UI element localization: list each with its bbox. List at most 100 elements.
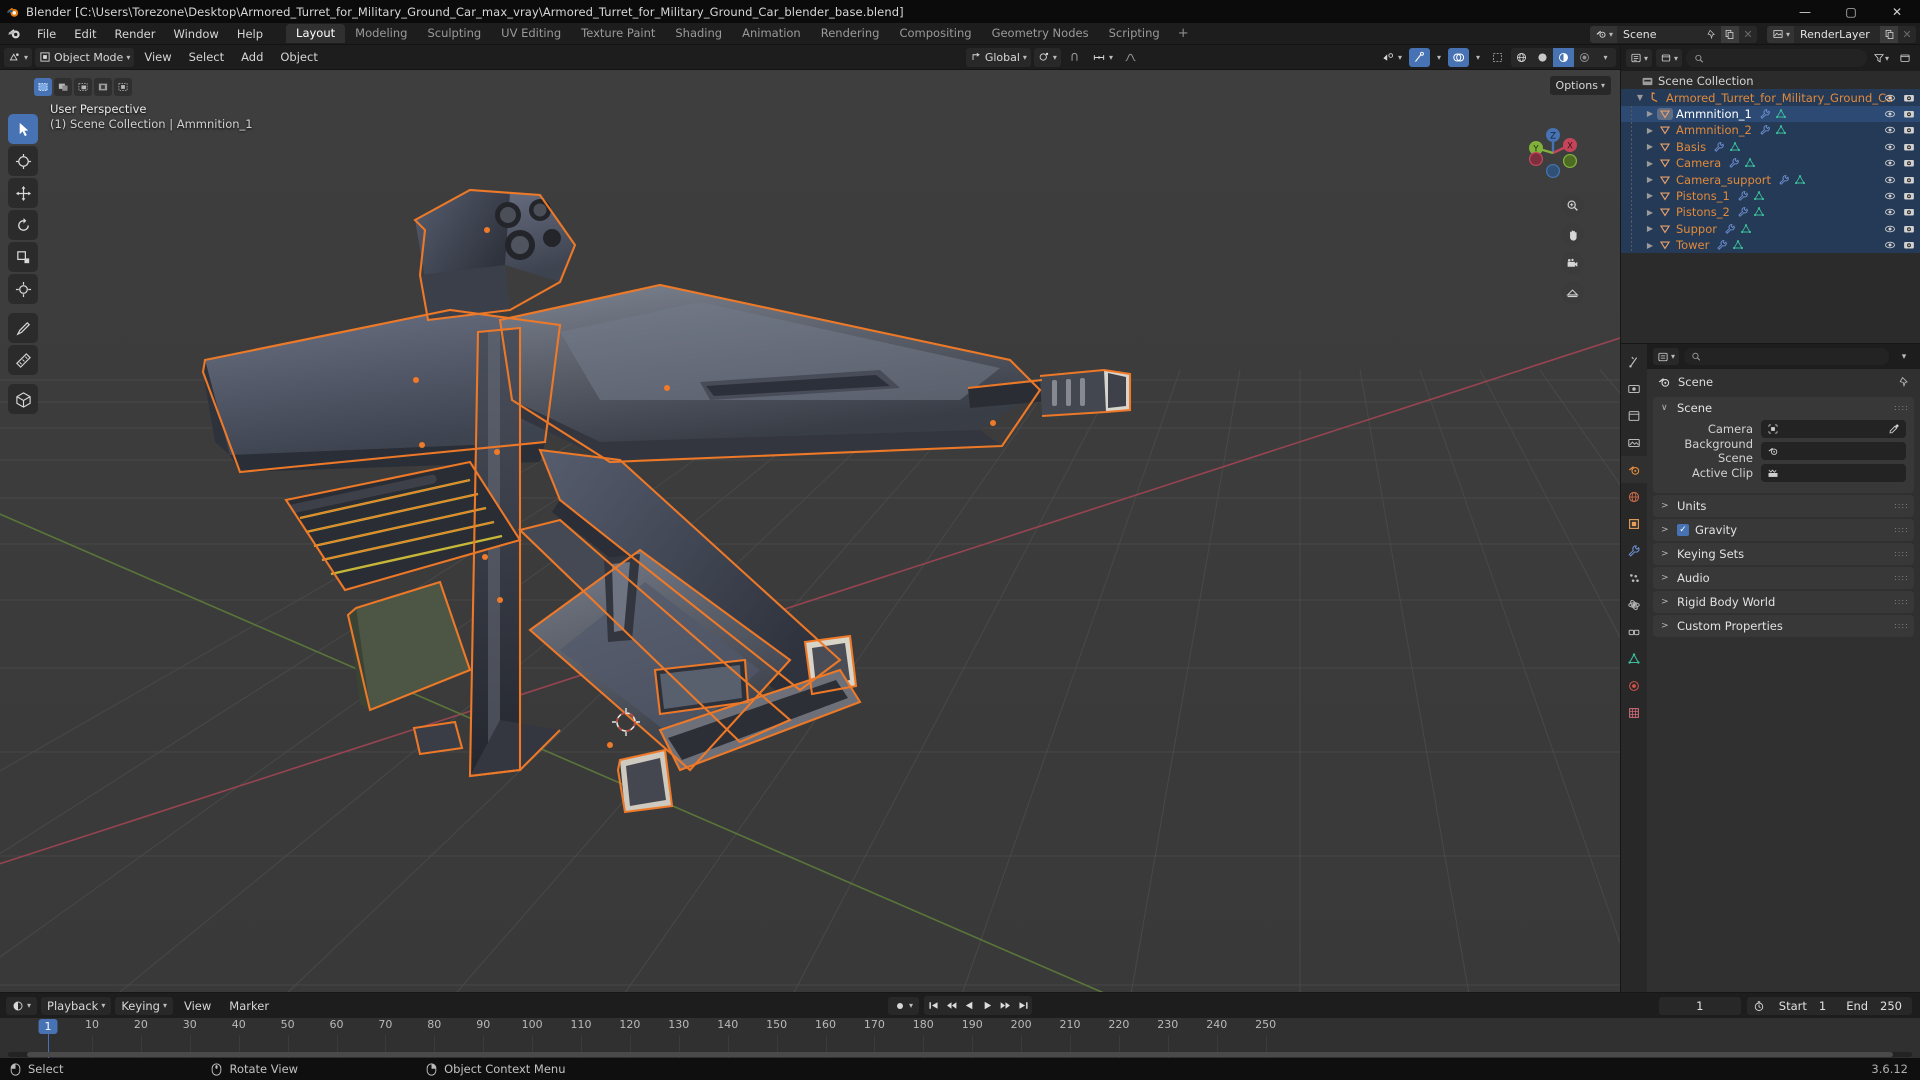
- viewport-menu-add[interactable]: Add: [234, 48, 270, 67]
- object-hide-eye-icon[interactable]: [1884, 124, 1896, 136]
- modifier-wrench-icon[interactable]: [1759, 124, 1771, 136]
- object-expand-triangle[interactable]: ▶: [1643, 109, 1657, 118]
- object-hide-eye-icon[interactable]: [1884, 223, 1896, 235]
- keying-menu[interactable]: Keying ▾: [115, 996, 173, 1015]
- modifier-wrench-icon[interactable]: [1716, 239, 1728, 251]
- object-expand-triangle[interactable]: ▶: [1643, 241, 1657, 250]
- panel-custom-properties-header[interactable]: > Custom Properties ::::: [1653, 615, 1914, 637]
- mesh-data-icon[interactable]: [1753, 206, 1765, 218]
- menu-help[interactable]: Help: [228, 23, 272, 45]
- shading-mode-group[interactable]: ▾: [1511, 47, 1616, 67]
- next-keyframe-icon[interactable]: [996, 996, 1014, 1015]
- outliner-row-object[interactable]: ▶ Camera_support: [1621, 171, 1920, 188]
- select-invert-icon[interactable]: [94, 78, 112, 96]
- tab-particle-properties[interactable]: [1621, 564, 1647, 591]
- tab-view-layer-properties[interactable]: [1621, 429, 1647, 456]
- object-hide-eye-icon[interactable]: [1884, 239, 1896, 251]
- panel-gravity-header[interactable]: > ✓ Gravity ::::: [1653, 519, 1914, 541]
- snap-options-icon[interactable]: ▾: [1088, 48, 1117, 67]
- object-expand-triangle[interactable]: ▶: [1643, 126, 1657, 135]
- eyedropper-icon[interactable]: [1888, 423, 1900, 435]
- tab-texture-paint[interactable]: Texture Paint: [571, 24, 665, 43]
- properties-search-field[interactable]: [1706, 350, 1882, 363]
- outliner-row-object[interactable]: ▶ Suppor: [1621, 220, 1920, 237]
- panel-audio-header[interactable]: > Audio ::::: [1653, 567, 1914, 589]
- tab-render-properties[interactable]: [1621, 375, 1647, 402]
- tool-annotate[interactable]: [8, 313, 38, 343]
- object-hide-eye-icon[interactable]: [1884, 206, 1896, 218]
- outliner-editor-type[interactable]: ▾: [1626, 49, 1653, 67]
- show-gizmo-icon[interactable]: [1408, 47, 1430, 67]
- collection-render-camera-icon[interactable]: [1903, 92, 1915, 104]
- object-hide-eye-icon[interactable]: [1884, 157, 1896, 169]
- scene-browse-icon[interactable]: ▾: [1589, 25, 1617, 43]
- object-render-camera-icon[interactable]: [1903, 141, 1915, 153]
- tab-modeling[interactable]: Modeling: [345, 24, 417, 43]
- xray-toggle-icon[interactable]: [1487, 48, 1508, 67]
- background-scene-field[interactable]: [1761, 442, 1906, 460]
- minimize-button[interactable]: —: [1782, 0, 1828, 23]
- active-clip-field[interactable]: [1761, 464, 1906, 482]
- snap-toggle-icon[interactable]: [1064, 48, 1085, 67]
- outliner-row-object[interactable]: ▶ Pistons_2: [1621, 204, 1920, 221]
- viewport-menu-object[interactable]: Object: [273, 48, 324, 67]
- outliner-row-object[interactable]: ▶ Basis: [1621, 138, 1920, 155]
- maximize-button[interactable]: ▢: [1828, 0, 1874, 23]
- tab-data-properties[interactable]: [1621, 645, 1647, 672]
- viewlayer-selector[interactable]: ▾ RenderLayer ✕: [1766, 25, 1916, 43]
- tool-measure[interactable]: [8, 345, 38, 375]
- zoom-icon[interactable]: [1561, 194, 1584, 217]
- overlay-options-icon[interactable]: ▾: [1472, 48, 1484, 67]
- blender-menu-icon[interactable]: [0, 26, 28, 41]
- viewport-visibility-icon[interactable]: ▾: [1377, 48, 1406, 67]
- outliner-search-field[interactable]: [1709, 51, 1859, 65]
- interaction-mode-selector[interactable]: Object Mode ▾: [35, 47, 135, 67]
- tab-scripting[interactable]: Scripting: [1099, 24, 1170, 43]
- object-render-camera-icon[interactable]: [1903, 206, 1915, 218]
- outliner-new-collection-icon[interactable]: [1895, 49, 1915, 67]
- outliner-row-collection[interactable]: ▼ Armored_Turret_for_Military_Ground_Ca: [1621, 89, 1920, 106]
- menu-file[interactable]: File: [28, 23, 65, 45]
- modifier-wrench-icon[interactable]: [1737, 190, 1749, 202]
- outliner-row-object[interactable]: ▶ Pistons_1: [1621, 187, 1920, 205]
- editor-type-selector[interactable]: ▾: [4, 47, 33, 67]
- panel-rigid-body-world-header[interactable]: > Rigid Body World ::::: [1653, 591, 1914, 613]
- toggle-ortho-icon[interactable]: [1561, 281, 1584, 304]
- tab-shading[interactable]: Shading: [665, 24, 732, 43]
- tool-move[interactable]: [8, 178, 38, 208]
- mesh-data-icon[interactable]: [1794, 174, 1806, 186]
- object-render-camera-icon[interactable]: [1903, 124, 1915, 136]
- shading-material-icon[interactable]: [1553, 47, 1574, 67]
- tab-uv-editing[interactable]: UV Editing: [491, 24, 571, 43]
- mesh-data-icon[interactable]: [1775, 124, 1787, 136]
- scene-selector[interactable]: ▾ Scene ✕: [1589, 25, 1757, 43]
- viewport-menu-select[interactable]: Select: [182, 48, 231, 67]
- tab-texture-properties[interactable]: [1621, 699, 1647, 726]
- pivot-point-selector[interactable]: ▾: [1033, 47, 1061, 67]
- object-expand-triangle[interactable]: ▶: [1643, 224, 1657, 233]
- select-intersect-icon[interactable]: [114, 78, 132, 96]
- timeline-scrollbar[interactable]: [8, 1052, 1912, 1057]
- outliner-row-object[interactable]: ▶ Ammnition_1: [1621, 105, 1920, 123]
- tab-output-properties[interactable]: [1621, 402, 1647, 429]
- gizmo-options-icon[interactable]: ▾: [1433, 48, 1445, 67]
- camera-view-icon[interactable]: [1561, 252, 1584, 275]
- object-render-camera-icon[interactable]: [1903, 223, 1915, 235]
- viewlayer-browse-icon[interactable]: ▾: [1766, 25, 1794, 43]
- play-reverse-icon[interactable]: [960, 996, 978, 1015]
- collection-expand-triangle[interactable]: ▼: [1633, 93, 1647, 102]
- delete-scene-icon[interactable]: ✕: [1739, 26, 1757, 43]
- tab-animation[interactable]: Animation: [732, 24, 811, 43]
- tab-material-properties[interactable]: [1621, 672, 1647, 699]
- new-viewlayer-icon[interactable]: [1880, 25, 1898, 43]
- delete-viewlayer-icon[interactable]: ✕: [1898, 26, 1916, 43]
- panel-scene-header[interactable]: ∨ Scene ::::: [1653, 397, 1914, 419]
- object-expand-triangle[interactable]: ▶: [1643, 208, 1657, 217]
- prev-keyframe-icon[interactable]: [942, 996, 960, 1015]
- object-render-camera-icon[interactable]: [1903, 108, 1915, 120]
- timeline-menu-view[interactable]: View: [177, 997, 218, 1015]
- mesh-data-icon[interactable]: [1775, 108, 1787, 120]
- close-button[interactable]: ✕: [1874, 0, 1920, 23]
- modifier-wrench-icon[interactable]: [1724, 223, 1736, 235]
- object-expand-triangle[interactable]: ▶: [1643, 159, 1657, 168]
